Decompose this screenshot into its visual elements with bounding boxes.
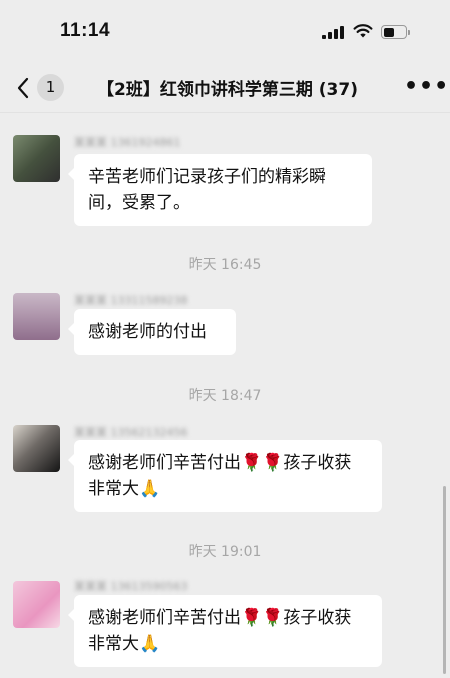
timestamp: 昨天 16:45 [188, 257, 262, 273]
chat-title: 【2班】红领巾讲科学第三期 (37) [97, 80, 358, 100]
message-bubble[interactable]: 辛苦老师们记录孩子们的精彩瞬间，受累了。 [68, 154, 372, 226]
chat-message: 某某某 13613590563 感谢老师们辛苦付出🌹🌹孩子收获非常大🙏 [0, 578, 440, 678]
timestamp: 昨天 18:47 [188, 388, 262, 404]
avatar[interactable] [13, 425, 60, 472]
back-chevron-icon[interactable] [12, 74, 36, 102]
chat-message: 某某某 13311589238 感谢老师的付出 [0, 290, 440, 360]
wifi-icon [353, 24, 373, 38]
sender-name: 某某某 1361924861 [74, 136, 181, 149]
status-time: 11:14 [60, 20, 111, 41]
battery-tip [408, 30, 410, 35]
message-bubble[interactable]: 感谢老师们辛苦付出🌹🌹孩子收获非常大🙏 [68, 440, 382, 512]
chat-header: 1 【2班】红领巾讲科学第三期 (37) ••• [0, 64, 450, 112]
timestamp: 昨天 19:01 [188, 544, 262, 560]
avatar[interactable] [13, 293, 60, 340]
sender-name: 某某某 13613590563 [74, 580, 188, 593]
scrollbar[interactable] [443, 486, 446, 674]
more-options-icon[interactable]: ••• [404, 76, 448, 98]
sender-name: 某某某 13562132456 [74, 426, 188, 439]
header-divider [0, 112, 450, 113]
avatar[interactable] [13, 135, 60, 182]
avatar[interactable] [13, 581, 60, 628]
battery-icon [381, 25, 407, 39]
sender-name: 某某某 13311589238 [74, 294, 188, 307]
chat-message: 某某某 13562132456 感谢老师们辛苦付出🌹🌹孩子收获非常大🙏 [0, 422, 440, 522]
cellular-signal-icon [322, 26, 344, 39]
message-bubble[interactable]: 感谢老师的付出 [68, 309, 236, 355]
unread-count-badge[interactable]: 1 [37, 74, 64, 101]
chat-message: 某某某 1361924861 辛苦老师们记录孩子们的精彩瞬间，受累了。 [0, 130, 440, 230]
status-bar: 11:14 [0, 0, 450, 64]
message-bubble[interactable]: 感谢老师们辛苦付出🌹🌹孩子收获非常大🙏 [68, 595, 382, 667]
